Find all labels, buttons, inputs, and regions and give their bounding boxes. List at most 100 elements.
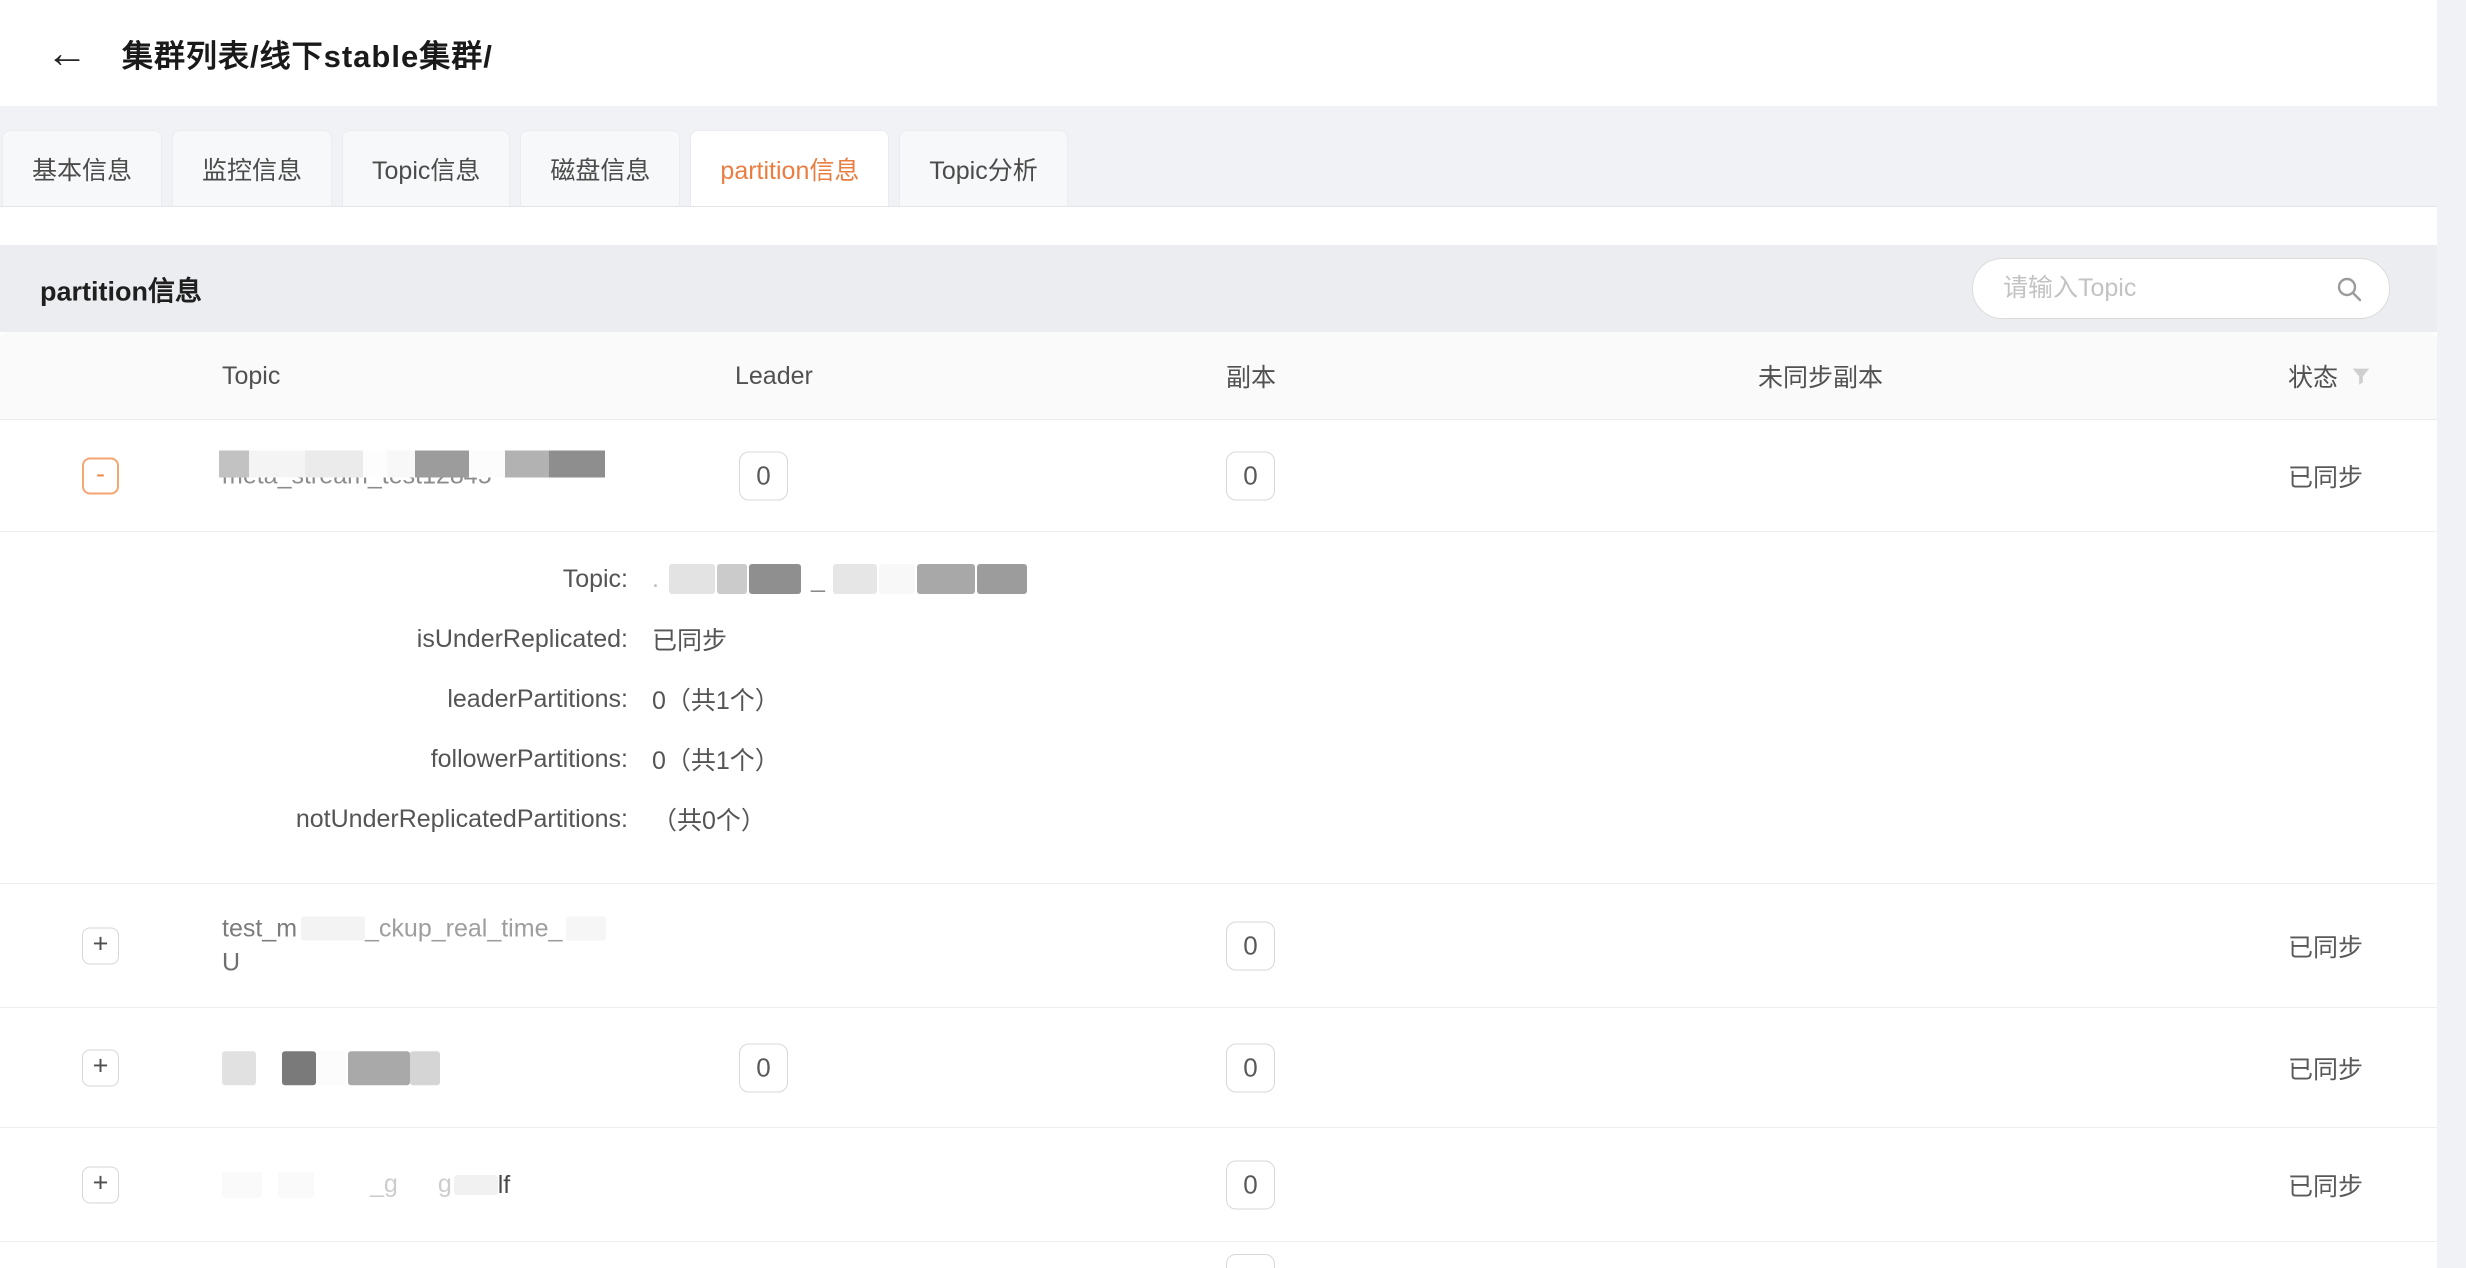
redaction-block xyxy=(566,916,606,940)
status-text: 已同步 xyxy=(2288,928,2363,964)
column-header-unsynced: 未同步副本 xyxy=(1758,332,1883,420)
tab-monitor-info[interactable]: 监控信息 xyxy=(172,130,332,206)
detail-label: leaderPartitions: xyxy=(0,685,628,714)
detail-row: Topic:._ xyxy=(0,549,2437,609)
topic-fragment: test_m xyxy=(222,914,297,942)
redaction-block xyxy=(219,450,249,477)
redacted-topic: meta_stream_test12845 xyxy=(222,458,492,493)
detail-fragment: . xyxy=(652,565,659,594)
redaction-block xyxy=(387,450,415,477)
detail-row: leaderPartitions: 0（共1个） xyxy=(0,669,2437,729)
column-header-label: 状态 xyxy=(2288,358,2338,394)
redaction-block xyxy=(549,450,605,477)
partition-table: Topic Leader 副本 未同步副本 状态 - meta_stream_test12… xyxy=(0,332,2437,1268)
redaction-block xyxy=(282,1051,316,1085)
topic-fragment: _ckup_real_time_ xyxy=(365,914,562,942)
topic-cell: meta_stream_test12845 xyxy=(222,458,492,493)
status-text: 已同步 xyxy=(2288,1050,2363,1086)
replica-count-badge: 0 xyxy=(1226,451,1275,500)
app-root: ← 集群列表/线下stable集群/ 基本信息监控信息Topic信息磁盘信息pa… xyxy=(0,0,2466,1268)
tab-topic-analysis[interactable]: Topic分析 xyxy=(899,130,1067,206)
expand-row-button[interactable]: + xyxy=(82,1166,119,1203)
redaction-block xyxy=(222,1051,256,1085)
column-header-label: 未同步副本 xyxy=(1758,358,1883,394)
redaction-block xyxy=(469,450,505,477)
detail-label: notUnderReplicatedPartitions: xyxy=(0,805,628,834)
status-filter-icon[interactable] xyxy=(2350,365,2372,387)
column-header-label: 副本 xyxy=(1226,358,1276,394)
topic-search-box xyxy=(1972,258,2390,319)
redaction-block xyxy=(222,1172,262,1198)
expand-row-button[interactable]: + xyxy=(82,1049,119,1086)
topic-cell: _g g lf xyxy=(222,1167,510,1203)
redaction-strip xyxy=(219,450,605,477)
status-text: 已同步 xyxy=(2288,458,2363,494)
redaction-block xyxy=(348,1051,410,1085)
redaction-block xyxy=(249,450,305,477)
detail-value: 已同步 xyxy=(652,621,727,657)
leader-count-badge: 0 xyxy=(739,451,788,500)
topic-cell: test_m _ckup_real_time_ U xyxy=(222,910,606,981)
column-header-topic: Topic xyxy=(222,332,280,420)
topic-fragment: _g xyxy=(370,1170,398,1198)
tab-topic-info[interactable]: Topic信息 xyxy=(342,130,510,206)
search-icon[interactable] xyxy=(2335,275,2363,303)
detail-value: ._ xyxy=(652,564,1029,594)
redaction-block xyxy=(749,564,801,594)
page-title: 集群列表/线下stable集群/ xyxy=(122,31,493,76)
replica-count-badge: 0 xyxy=(1226,1043,1275,1092)
redaction-block xyxy=(410,1051,440,1085)
detail-value: （共0个） xyxy=(652,801,766,837)
table-row: + _g g lf 0 已同步 xyxy=(0,1128,2437,1242)
detail-row: isUnderReplicated: 已同步 xyxy=(0,609,2437,669)
topic-line-1: test_m _ckup_real_time_ xyxy=(222,910,606,946)
expanded-detail-panel: Topic:._isUnderReplicated:已同步leaderParti… xyxy=(0,532,2437,884)
table-row: 0 xyxy=(0,1242,2437,1268)
table-row: + test_m _ckup_real_time_ U 0 已同步 xyxy=(0,884,2437,1008)
column-header-leader: Leader xyxy=(735,332,813,420)
tab-bar: 基本信息监控信息Topic信息磁盘信息partition信息Topic分析 xyxy=(0,106,2437,207)
topic-cell xyxy=(222,1050,440,1085)
replica-count-badge: 0 xyxy=(1226,1160,1275,1209)
table-body: -meta_stream_test1284500已同步Topic:._isUnd… xyxy=(0,420,2437,1268)
detail-label: Topic: xyxy=(0,565,628,594)
top-bar: ← 集群列表/线下stable集群/ xyxy=(0,0,2437,106)
leader-count-badge: 0 xyxy=(739,1043,788,1092)
table-header-row: Topic Leader 副本 未同步副本 状态 xyxy=(0,332,2437,420)
redaction-block xyxy=(669,564,715,594)
redaction-block xyxy=(415,450,469,477)
expand-row-button[interactable]: + xyxy=(82,927,119,964)
back-arrow-icon[interactable]: ← xyxy=(46,32,88,74)
replica-count-badge: 0 xyxy=(1226,1254,1275,1268)
topic-fragment: g xyxy=(438,1170,452,1198)
detail-value: 0（共1个） xyxy=(652,681,780,717)
detail-fragment: _ xyxy=(811,565,825,594)
redaction-block xyxy=(879,564,915,594)
detail-row: notUnderReplicatedPartitions: （共0个） xyxy=(0,789,2437,849)
redaction-block xyxy=(917,564,975,594)
section-title: partition信息 xyxy=(40,269,202,308)
column-header-status: 状态 xyxy=(2288,332,2372,420)
column-header-label: Leader xyxy=(735,362,813,391)
tab-basic-info[interactable]: 基本信息 xyxy=(2,130,162,206)
topic-fragment: lf xyxy=(498,1170,511,1198)
redaction-block xyxy=(363,450,387,477)
tab-partition-info[interactable]: partition信息 xyxy=(690,130,889,206)
detail-row: followerPartitions:0（共1个） xyxy=(0,729,2437,789)
redaction-block xyxy=(505,450,549,477)
column-header-label: Topic xyxy=(222,362,280,391)
collapse-row-button[interactable]: - xyxy=(82,457,119,494)
search-input[interactable] xyxy=(2003,274,2335,303)
status-text: 已同步 xyxy=(2288,1167,2363,1203)
redaction-block xyxy=(977,564,1027,594)
redaction-block xyxy=(717,564,747,594)
redaction-block xyxy=(833,564,877,594)
section-header: partition信息 xyxy=(0,245,2437,332)
topic-line-2: U xyxy=(222,946,606,981)
detail-label: isUnderReplicated: xyxy=(0,625,628,654)
replica-count-badge: 0 xyxy=(1226,921,1275,970)
tab-disk-info[interactable]: 磁盘信息 xyxy=(520,130,680,206)
table-row: +0 0 已同步 xyxy=(0,1008,2437,1128)
detail-value: 0（共1个） xyxy=(652,741,780,777)
redaction-block xyxy=(316,1051,346,1085)
